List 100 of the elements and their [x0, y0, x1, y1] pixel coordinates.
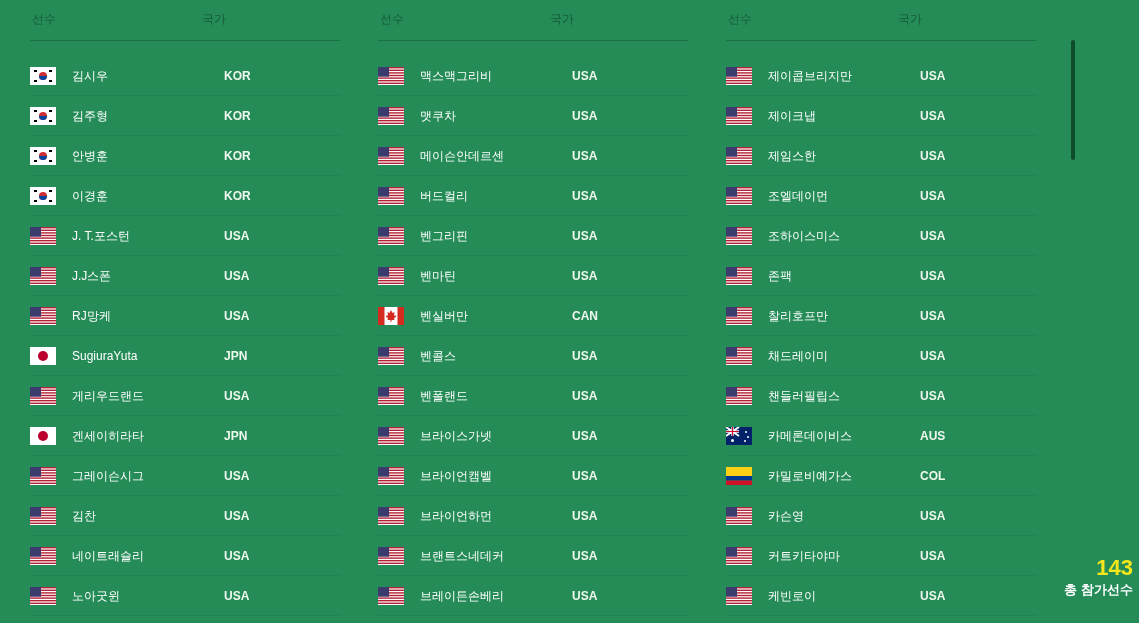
player-name: 카슨영	[768, 507, 805, 525]
flag-icon	[378, 426, 404, 445]
flag-icon	[726, 506, 752, 525]
total-count: 143	[1096, 555, 1133, 581]
country-code: USA	[224, 507, 250, 525]
country-code: USA	[572, 227, 598, 245]
country-code: USA	[572, 507, 598, 525]
player-name: 브라이언캠벨	[420, 467, 493, 485]
player-name: 맷쿠차	[420, 107, 457, 125]
player-name: 김주형	[72, 107, 109, 125]
flag-icon	[30, 186, 56, 205]
player-name: 벤콜스	[420, 347, 457, 365]
country-code: USA	[920, 147, 946, 165]
flag-icon	[726, 226, 752, 245]
player-name: 그레이슨시그	[72, 467, 145, 485]
flag-icon	[726, 466, 752, 485]
country-code: USA	[224, 227, 250, 245]
country-code: USA	[572, 427, 598, 445]
flag-icon	[378, 146, 404, 165]
country-code: JPN	[224, 347, 248, 365]
player-name: 카밀로비예가스	[768, 467, 853, 485]
flag-icon	[726, 546, 752, 565]
flag-icon	[378, 266, 404, 285]
flag-icon	[378, 186, 404, 205]
player-name: 카메론데이비스	[768, 427, 853, 445]
country-code: USA	[572, 347, 598, 365]
country-code: USA	[920, 67, 946, 85]
player-name: 존팩	[768, 267, 793, 285]
country-code: USA	[224, 547, 250, 565]
flag-icon	[378, 106, 404, 125]
player-name: 커트키타야마	[768, 547, 841, 565]
player-name: 채드레이미	[768, 347, 829, 365]
country-code: COL	[920, 467, 946, 485]
player-name: 브라이스가넷	[420, 427, 493, 445]
flag-icon	[378, 506, 404, 525]
country-code: USA	[920, 507, 946, 525]
country-code: USA	[920, 547, 946, 565]
player-name: 안병훈	[72, 147, 109, 165]
country-code: USA	[920, 307, 946, 325]
country-code: USA	[224, 387, 250, 405]
country-code: USA	[572, 187, 598, 205]
player-name: 브라이언하먼	[420, 507, 493, 525]
flag-icon	[378, 66, 404, 85]
country-code: USA	[572, 467, 598, 485]
flag-icon	[30, 266, 56, 285]
player-name: 이경훈	[72, 187, 109, 205]
country-code: USA	[572, 267, 598, 285]
player-name: J.J스폰	[72, 267, 113, 285]
player-name: 맥스맥그리비	[420, 67, 493, 85]
flag-icon	[30, 106, 56, 125]
flag-icon	[726, 146, 752, 165]
player-name: 겐세이히라타	[72, 427, 145, 445]
flag-icon	[726, 186, 752, 205]
player-name: 벤실버만	[420, 307, 469, 325]
country-code: USA	[920, 347, 946, 365]
flag-icon	[30, 466, 56, 485]
flag-icon	[378, 546, 404, 565]
country-code: USA	[572, 67, 598, 85]
country-code: USA	[572, 587, 598, 605]
player-name: 게리우드랜드	[72, 387, 145, 405]
flag-icon	[726, 346, 752, 365]
flag-icon	[378, 306, 404, 325]
flag-icon	[726, 266, 752, 285]
country-code: AUS	[920, 427, 946, 445]
player-name: SugiuraYuta	[72, 347, 139, 365]
country-code: USA	[572, 547, 598, 565]
player-name: 벤그리핀	[420, 227, 469, 245]
player-name: 김찬	[72, 507, 97, 525]
player-name: 제이콥브리지만	[768, 67, 853, 85]
flag-icon	[30, 146, 56, 165]
country-code: USA	[224, 307, 250, 325]
player-name: 노아굿윈	[72, 587, 121, 605]
player-name: 챈들러필립스	[768, 387, 841, 405]
player-name: 조엘데이먼	[768, 187, 829, 205]
flag-icon	[30, 346, 56, 365]
player-name: 찰리호프만	[768, 307, 829, 325]
player-name: 벤마틴	[420, 267, 457, 285]
flag-icon	[726, 586, 752, 605]
player-name: 네이트래슐리	[72, 547, 145, 565]
player-name: 브레이든손베리	[420, 587, 505, 605]
player-name: 김시우	[72, 67, 109, 85]
country-code: USA	[920, 187, 946, 205]
flag-icon	[726, 66, 752, 85]
country-code: USA	[572, 147, 598, 165]
country-code: KOR	[224, 107, 251, 125]
flag-icon	[378, 346, 404, 365]
player-name: 브랜트스네데커	[420, 547, 505, 565]
player-name: 케빈로이	[768, 587, 817, 605]
flag-icon	[30, 586, 56, 605]
flag-icon	[378, 586, 404, 605]
flag-icon	[30, 226, 56, 245]
country-code: USA	[224, 587, 250, 605]
player-name: J. T.포스턴	[72, 227, 131, 245]
flag-icon	[30, 506, 56, 525]
flag-icon	[378, 386, 404, 405]
player-name: 조하이스미스	[768, 227, 841, 245]
country-code: USA	[920, 387, 946, 405]
country-code: KOR	[224, 187, 251, 205]
country-code: USA	[572, 107, 598, 125]
country-code: USA	[224, 467, 250, 485]
